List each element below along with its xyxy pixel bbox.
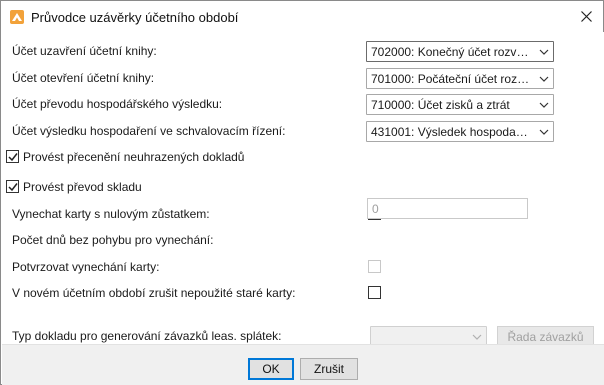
cancel-button[interactable]: Zrušit bbox=[300, 358, 358, 380]
transfer-account-value: 710000: Účet zisků a ztrát bbox=[371, 98, 510, 112]
approval-account-label: Účet výsledku hospodaření ve schvalovací… bbox=[12, 124, 286, 138]
cancel-old-cards-label: V novém účetním období zrušit nepoužité … bbox=[12, 286, 296, 300]
transfer-account-label: Účet převodu hospodářského výsledku: bbox=[12, 97, 223, 111]
stock-transfer-label[interactable]: Provést převod skladu bbox=[23, 180, 142, 194]
chevron-down-icon bbox=[539, 76, 549, 82]
chevron-down-icon bbox=[472, 334, 482, 340]
revaluation-checkbox[interactable] bbox=[6, 150, 19, 163]
opening-account-value: 701000: Počáteční účet rozvažný bbox=[371, 72, 531, 86]
cancel-old-cards-checkbox[interactable] bbox=[368, 286, 381, 299]
opening-account-label: Účet otevření účetní knihy: bbox=[12, 71, 155, 85]
confirm-skip-label: Potvrzovat vynechání karty: bbox=[12, 260, 160, 274]
chevron-down-icon bbox=[539, 102, 549, 108]
days-without-movement-label: Počet dnů bez pohybu pro vynechání: bbox=[12, 233, 214, 247]
opening-account-select[interactable]: 701000: Počáteční účet rozvažný bbox=[366, 68, 554, 89]
closing-account-select[interactable]: 702000: Konečný účet rozvažný bbox=[366, 41, 554, 62]
days-without-movement-input[interactable]: 0 bbox=[367, 198, 528, 219]
skip-zero-label: Vynechat karty s nulovým zůstatkem: bbox=[12, 207, 210, 221]
approval-account-select[interactable]: 431001: Výsledek hospodaření ... bbox=[366, 121, 554, 142]
dialog-footer: OK Zrušit bbox=[2, 344, 604, 385]
app-logo-icon bbox=[10, 10, 24, 24]
checkmark-icon bbox=[8, 153, 18, 162]
days-without-movement-value: 0 bbox=[372, 202, 379, 216]
close-button[interactable] bbox=[573, 5, 599, 27]
wizard-window: Průvodce uzávěrky účetního období Účet u… bbox=[0, 0, 604, 385]
chevron-down-icon bbox=[539, 49, 549, 55]
chevron-down-icon bbox=[539, 129, 549, 135]
approval-account-value: 431001: Výsledek hospodaření ... bbox=[371, 125, 531, 139]
close-icon[interactable] bbox=[580, 10, 592, 22]
window-title: Průvodce uzávěrky účetního období bbox=[31, 10, 239, 25]
closing-account-label: Účet uzavření účetní knihy: bbox=[12, 44, 157, 58]
stock-transfer-checkbox[interactable] bbox=[6, 180, 19, 193]
title-bar: Průvodce uzávěrky účetního období bbox=[1, 1, 603, 32]
confirm-skip-checkbox[interactable] bbox=[368, 260, 381, 273]
ok-button[interactable]: OK bbox=[248, 358, 294, 380]
revaluation-label[interactable]: Provést přecenění neuhrazených dokladů bbox=[23, 150, 244, 164]
doc-type-label: Typ dokladu pro generování závazků leas.… bbox=[12, 329, 282, 343]
checkmark-icon bbox=[8, 183, 18, 192]
wizard-content: Účet uzavření účetní knihy: 702000: Kone… bbox=[2, 32, 604, 348]
closing-account-value: 702000: Konečný účet rozvažný bbox=[371, 45, 531, 59]
transfer-account-select[interactable]: 710000: Účet zisků a ztrát bbox=[366, 94, 554, 115]
